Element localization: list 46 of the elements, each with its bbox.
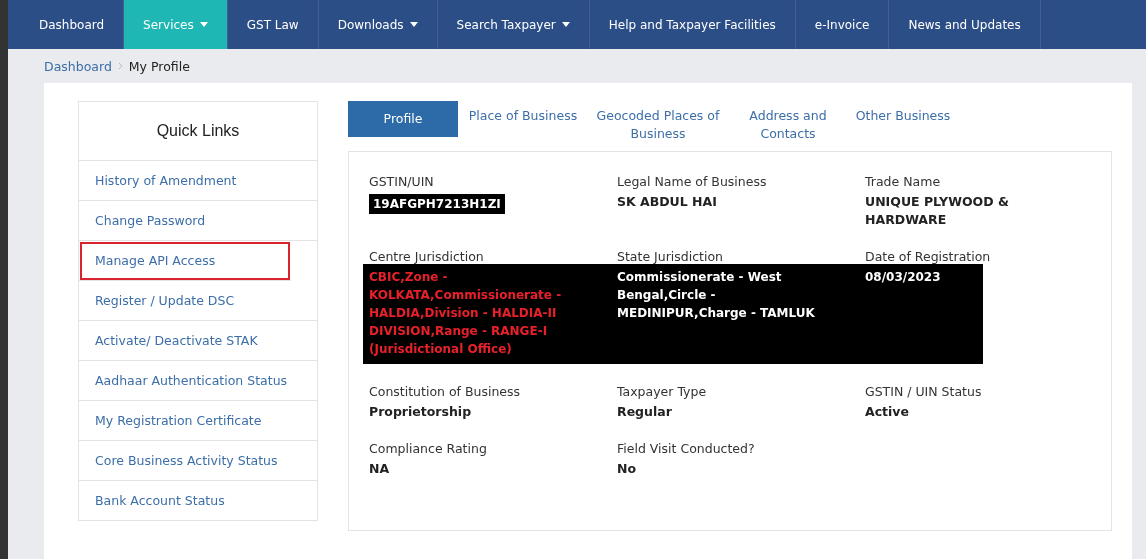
field-label: Constitution of Business [369,384,522,399]
field-label: Trade Name [865,174,942,189]
nav-menu-item[interactable]: Search Taxpayer [437,0,590,49]
redacted-field-value: 19AFGPH7213H1ZI [369,194,505,214]
profile-tab[interactable]: Address and Contacts [728,101,848,149]
quick-link[interactable]: History of Amendment [79,161,317,201]
field-label: Centre Jurisdiction [369,249,485,264]
field-label: State Jurisdiction [617,249,725,264]
profile-tab[interactable]: Geocoded Places of Business [588,101,728,149]
nav-menu-item[interactable]: e-Invoice [795,0,890,49]
field-value: Regular [617,403,673,421]
profile-tab[interactable]: Other Business [848,101,958,131]
field-label: GSTIN/UIN [369,174,435,189]
profile-tab[interactable]: Profile [348,101,458,137]
quick-link[interactable]: Core Business Activity Status [79,441,317,481]
field-value: Active [865,403,910,421]
redacted-field-value: 08/03/2023 [865,269,942,286]
redacted-field-value: CBIC,Zone - KOLKATA,Commissionerate - HALDIA,Division - HALDIA-II DIVISION,Range - RANGE-I (Jurisdictional Office) [369,269,563,358]
field-value: No [617,460,638,478]
field-value: Proprietorship [369,403,473,421]
quick-link[interactable]: Manage API Access [79,241,291,281]
quick-link[interactable]: My Registration Certificate [79,401,317,441]
field-label: Taxpayer Type [617,384,708,399]
nav-menu-item[interactable]: News and Updates [889,0,1041,49]
redacted-field-value: Commissionerate - West Bengal,Circle - MEDINIPUR,Charge - TAMLUK [617,269,816,322]
field-label: Compliance Rating [369,441,488,456]
field-value: UNIQUE PLYWOOD & HARDWARE [865,193,1010,229]
quick-link[interactable]: Bank Account Status [79,481,317,520]
breadcrumb-current: My Profile [128,58,190,74]
field-label: Date of Registration [865,249,992,264]
nav-menu-item[interactable]: Downloads [318,0,438,49]
field-label: Field Visit Conducted? [617,441,756,456]
quick-link[interactable]: Change Password [79,201,317,241]
field-label: GSTIN / UIN Status [865,384,983,399]
panel-title: Quick Links [79,102,317,161]
chevron-icon [117,62,123,70]
field-value: NA [369,460,391,478]
nav-menu-item[interactable]: GST Law [227,0,319,49]
profile-tab[interactable]: Place of Business [458,101,588,131]
quick-link[interactable]: Aadhaar Authentication Status [79,361,317,401]
quick-link[interactable]: Activate/ Deactivate STAK [79,321,317,361]
quick-link[interactable]: Register / Update DSC [79,281,317,321]
field-label: Legal Name of Business [617,174,768,189]
breadcrumb-link[interactable]: Dashboard [44,58,112,74]
field-value: SK ABDUL HAI [617,193,718,211]
nav-menu-item[interactable]: Help and Taxpayer Facilities [589,0,796,49]
